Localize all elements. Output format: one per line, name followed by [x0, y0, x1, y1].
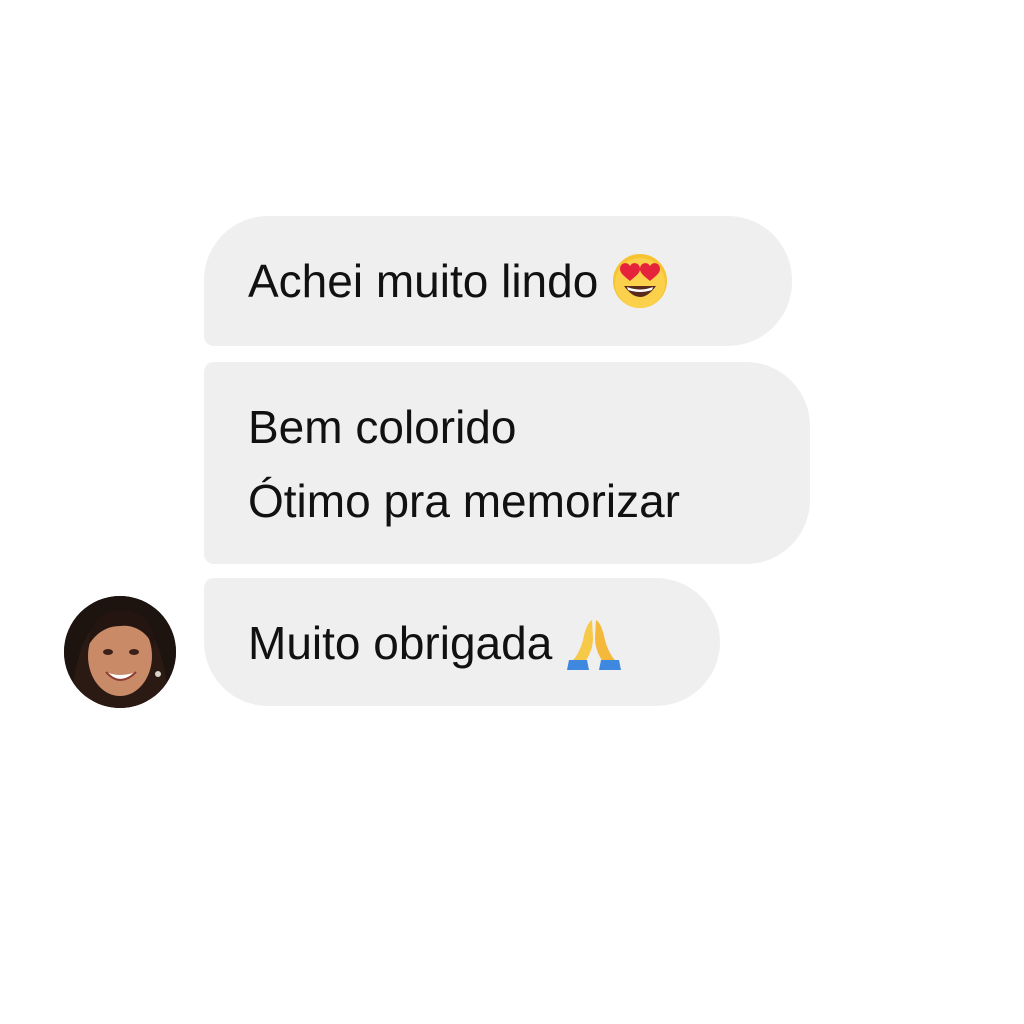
message-text: Muito obrigada: [248, 617, 553, 669]
message-bubble-3[interactable]: Muito obrigada: [204, 578, 720, 706]
message-line-1: Bem colorido: [248, 401, 517, 453]
smiling-face-with-heart-eyes-icon: [611, 252, 669, 310]
message-bubble-2[interactable]: Bem colorido Ótimo pra memorizar: [204, 362, 810, 564]
avatar[interactable]: [64, 596, 176, 708]
folded-hands-icon: [565, 614, 623, 672]
avatar-photo: [64, 596, 176, 708]
message-bubble-1[interactable]: Achei muito lindo: [204, 216, 792, 346]
message-text: Achei muito lindo: [248, 255, 599, 307]
message-line-2: Ótimo pra memorizar: [248, 475, 680, 527]
message-thread: Achei muito lindo Bem colorido Ótimo pra…: [0, 0, 1024, 1024]
